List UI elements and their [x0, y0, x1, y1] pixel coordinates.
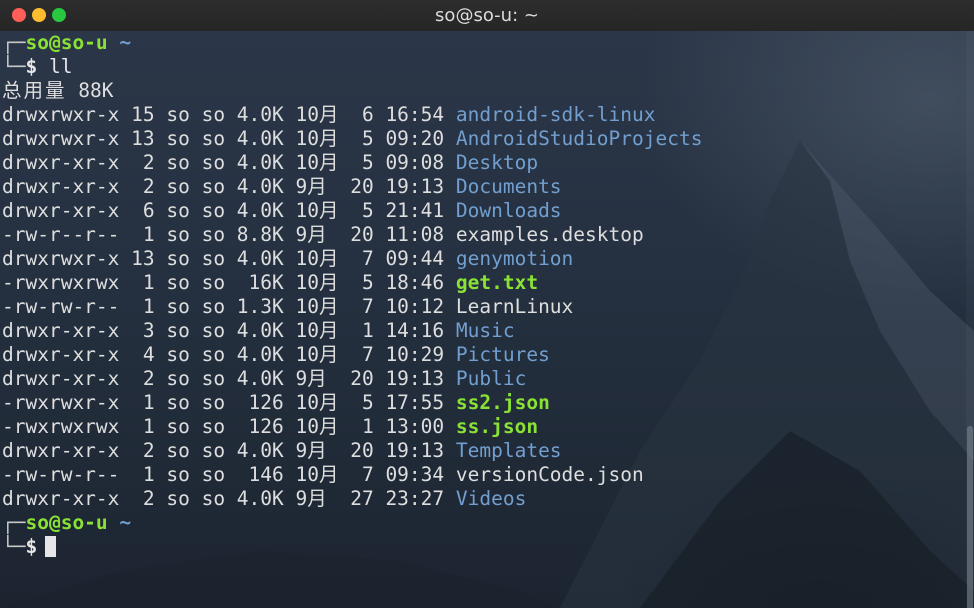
- window-title: so@so-u: ~: [435, 5, 539, 26]
- input-line[interactable]: └─$: [2, 535, 702, 559]
- file-row: drwxr-xr-x 2 so so 4.0K 9月 20 19:13 Publ…: [2, 367, 702, 391]
- total-line: 总用量 88K: [2, 79, 702, 103]
- file-row: drwxr-xr-x 2 so so 4.0K 10月 5 09:08 Desk…: [2, 151, 702, 175]
- file-row: drwxrwxr-x 13 so so 4.0K 10月 5 09:20 And…: [2, 127, 702, 151]
- terminal-window: so@so-u: ~ ┌─so@so-u ~ └─$ ll 总用量 88K dr…: [0, 0, 974, 608]
- prompt-line-1: ┌─so@so-u ~: [2, 31, 132, 54]
- file-name[interactable]: android-sdk-linux: [456, 103, 656, 126]
- file-name[interactable]: ss2.json: [456, 391, 550, 414]
- file-name[interactable]: Public: [456, 367, 526, 390]
- title-bar[interactable]: so@so-u: ~: [0, 0, 974, 32]
- file-row: -rwxrwxrwx 1 so so 16K 10月 5 18:46 get.t…: [2, 271, 702, 295]
- file-meta: drwxrwxr-x 15 so so 4.0K 10月 6 16:54: [2, 103, 456, 126]
- file-name[interactable]: versionCode.json: [456, 463, 644, 486]
- terminal-output[interactable]: ┌─so@so-u ~ └─$ ll 总用量 88K drwxrwxr-x 15…: [2, 31, 702, 559]
- prompt-user: so@so-u: [25, 511, 108, 534]
- file-row: drwxr-xr-x 2 so so 4.0K 9月 20 19:13 Temp…: [2, 439, 702, 463]
- file-row: -rwxrwxrwx 1 so so 126 10月 1 13:00 ss.js…: [2, 415, 702, 439]
- file-name[interactable]: Downloads: [456, 199, 562, 222]
- file-row: drwxr-xr-x 4 so so 4.0K 10月 7 10:29 Pict…: [2, 343, 702, 367]
- terminal-content[interactable]: ┌─so@so-u ~ └─$ ll 总用量 88K drwxrwxr-x 15…: [0, 31, 974, 608]
- file-meta: -rw-r--r-- 1 so so 8.8K 9月 20 11:08: [2, 223, 456, 246]
- prompt-user: so@so-u: [25, 31, 108, 54]
- command-line: └─$ ll: [2, 55, 73, 78]
- file-row: drwxr-xr-x 2 so so 4.0K 9月 20 19:13 Docu…: [2, 175, 702, 199]
- file-meta: drwxr-xr-x 2 so so 4.0K 9月 20 19:13: [2, 439, 456, 462]
- file-name[interactable]: Templates: [456, 439, 562, 462]
- file-name[interactable]: Pictures: [456, 343, 550, 366]
- file-name[interactable]: Desktop: [456, 151, 538, 174]
- file-meta: -rwxrwxrwx 1 so so 16K 10月 5 18:46: [2, 271, 456, 294]
- total-value: 88K: [78, 79, 114, 102]
- file-meta: drwxrwxr-x 13 so so 4.0K 10月 7 09:44: [2, 247, 456, 270]
- file-meta: -rwxrwxrwx 1 so so 126 10月 1 13:00: [2, 415, 456, 438]
- prompt-dir: ~: [119, 31, 132, 54]
- file-name[interactable]: LearnLinux: [456, 295, 573, 318]
- file-meta: -rw-rw-r-- 1 so so 146 10月 7 09:34: [2, 463, 456, 486]
- file-row: drwxr-xr-x 3 so so 4.0K 10月 1 14:16 Musi…: [2, 319, 702, 343]
- file-row: -rw-r--r-- 1 so so 8.8K 9月 20 11:08 exam…: [2, 223, 702, 247]
- prompt-dir: ~: [119, 511, 132, 534]
- file-meta: drwxr-xr-x 2 so so 4.0K 9月 20 19:13: [2, 175, 456, 198]
- file-meta: drwxr-xr-x 3 so so 4.0K 10月 1 14:16: [2, 319, 456, 342]
- file-row: drwxrwxr-x 13 so so 4.0K 10月 7 09:44 gen…: [2, 247, 702, 271]
- file-row: drwxr-xr-x 6 so so 4.0K 10月 5 21:41 Down…: [2, 199, 702, 223]
- command-text: ll: [48, 55, 73, 78]
- prompt-line-2: ┌─so@so-u ~: [2, 511, 132, 534]
- scrollbar[interactable]: [966, 31, 974, 608]
- file-row: -rwxrwxr-x 1 so so 126 10月 5 17:55 ss2.j…: [2, 391, 702, 415]
- total-label: 总用量: [2, 79, 67, 102]
- file-meta: drwxr-xr-x 4 so so 4.0K 10月 7 10:29: [2, 343, 456, 366]
- file-meta: drwxr-xr-x 2 so so 4.0K 9月 20 19:13: [2, 367, 456, 390]
- file-listing: drwxrwxr-x 15 so so 4.0K 10月 6 16:54 and…: [2, 103, 702, 511]
- file-name[interactable]: ss.json: [456, 415, 538, 438]
- text-cursor[interactable]: [45, 536, 57, 557]
- file-meta: -rw-rw-r-- 1 so so 1.3K 10月 7 10:12: [2, 295, 456, 318]
- file-meta: drwxrwxr-x 13 so so 4.0K 10月 5 09:20: [2, 127, 456, 150]
- file-name[interactable]: Music: [456, 319, 515, 342]
- file-row: drwxrwxr-x 15 so so 4.0K 10月 6 16:54 and…: [2, 103, 702, 127]
- file-row: -rw-rw-r-- 1 so so 1.3K 10月 7 10:12 Lear…: [2, 295, 702, 319]
- file-meta: drwxr-xr-x 2 so so 4.0K 9月 27 23:27: [2, 487, 456, 510]
- file-meta: drwxr-xr-x 2 so so 4.0K 10月 5 09:08: [2, 151, 456, 174]
- file-name[interactable]: Documents: [456, 175, 562, 198]
- file-row: -rw-rw-r-- 1 so so 146 10月 7 09:34 versi…: [2, 463, 702, 487]
- prompt-symbol: $: [25, 535, 38, 558]
- file-name[interactable]: examples.desktop: [456, 223, 644, 246]
- file-name[interactable]: Videos: [456, 487, 526, 510]
- file-meta: -rwxrwxr-x 1 so so 126 10月 5 17:55: [2, 391, 456, 414]
- prompt-symbol: $: [25, 55, 38, 78]
- scrollbar-thumb[interactable]: [967, 426, 973, 608]
- file-row: drwxr-xr-x 2 so so 4.0K 9月 27 23:27 Vide…: [2, 487, 702, 511]
- file-name[interactable]: get.txt: [456, 271, 538, 294]
- file-name[interactable]: genymotion: [456, 247, 573, 270]
- file-name[interactable]: AndroidStudioProjects: [456, 127, 703, 150]
- file-meta: drwxr-xr-x 6 so so 4.0K 10月 5 21:41: [2, 199, 456, 222]
